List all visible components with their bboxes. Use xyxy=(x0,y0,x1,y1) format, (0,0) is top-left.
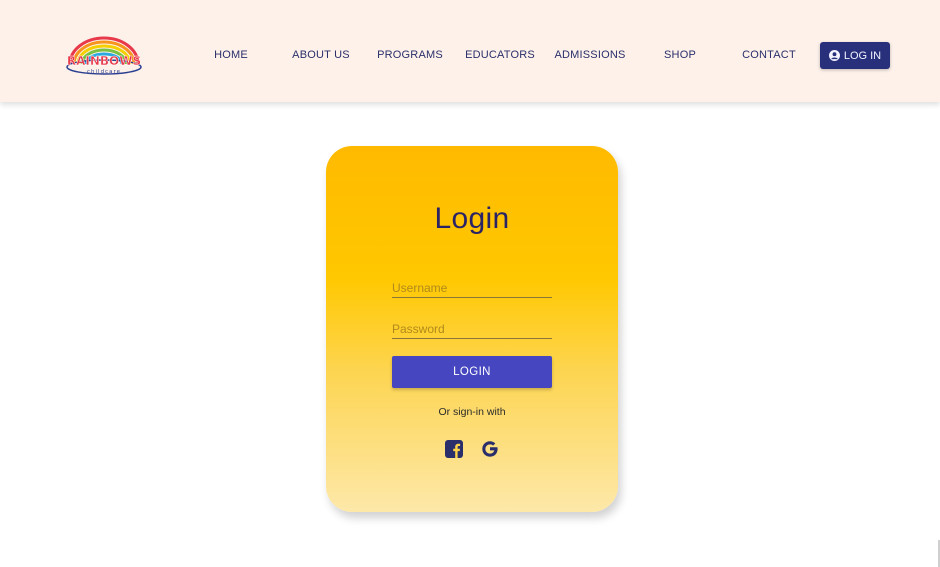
nav-educators[interactable]: EDUCATORS xyxy=(465,49,535,61)
login-card: Login LOGIN Or sign-in with xyxy=(326,146,618,512)
nav-about-us[interactable]: ABOUT US xyxy=(292,49,350,61)
alt-signin-text: Or sign-in with xyxy=(438,406,506,418)
svg-text:RAINBOWS: RAINBOWS xyxy=(67,54,141,68)
nav-contact[interactable]: CONTACT xyxy=(742,49,796,61)
rainbows-logo[interactable]: RAINBOWS childcare xyxy=(64,34,144,76)
nav-programs[interactable]: PROGRAMS xyxy=(377,49,443,61)
login-submit-button[interactable]: LOGIN xyxy=(392,356,552,388)
login-title: Login xyxy=(434,202,510,235)
facebook-icon[interactable] xyxy=(444,439,464,459)
header-login-button[interactable]: LOG IN xyxy=(820,42,890,69)
username-input[interactable] xyxy=(392,278,552,298)
nav-admissions[interactable]: ADMISSIONS xyxy=(554,49,625,61)
header-login-label: LOG IN xyxy=(843,49,882,62)
google-icon[interactable] xyxy=(480,439,500,459)
site-header: RAINBOWS childcare HOME ABOUT US PROGRAM… xyxy=(0,0,940,102)
rainbow-logo-icon: RAINBOWS childcare xyxy=(66,36,142,75)
nav-shop[interactable]: SHOP xyxy=(664,49,696,61)
user-circle-icon xyxy=(828,50,840,61)
nav-home[interactable]: HOME xyxy=(214,49,248,61)
password-input[interactable] xyxy=(392,319,552,339)
svg-text:childcare: childcare xyxy=(87,69,121,75)
